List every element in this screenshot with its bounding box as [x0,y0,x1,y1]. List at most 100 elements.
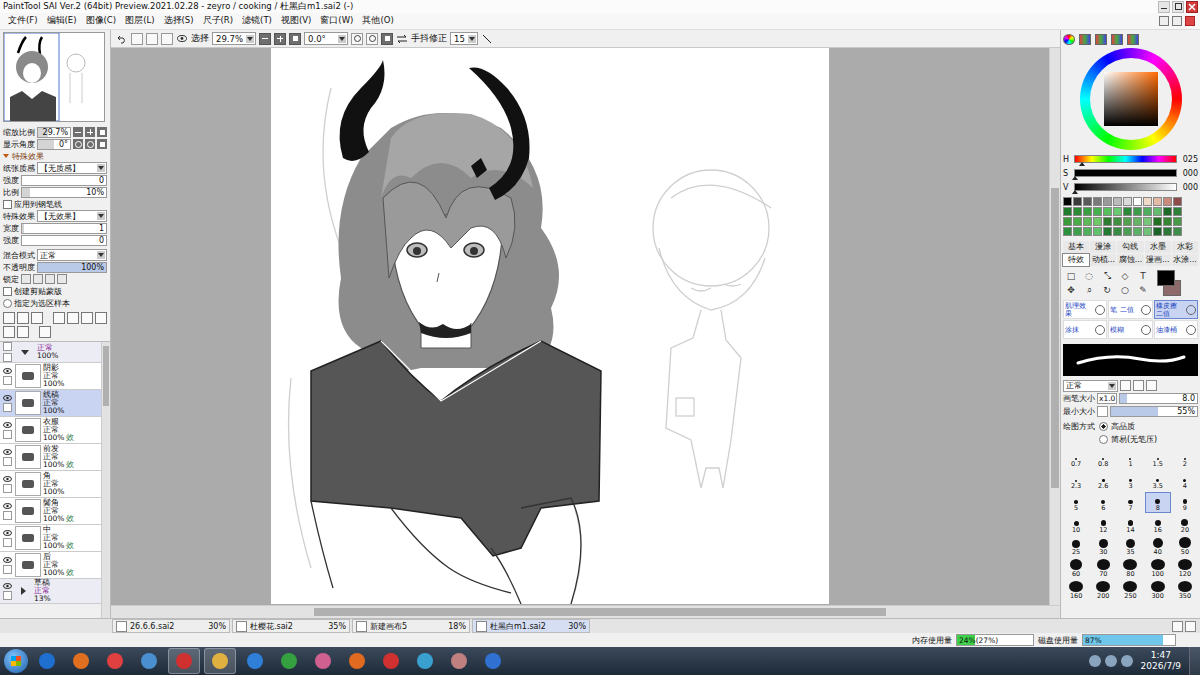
layer-row[interactable]: 角正常100% [0,471,101,498]
menu-item[interactable]: 其他(O) [358,15,397,27]
color-swatch[interactable] [1093,197,1102,206]
color-swatch[interactable] [1083,197,1092,206]
color-swatch[interactable] [1123,197,1132,206]
new-vector-icon[interactable] [31,312,43,324]
eye-icon[interactable] [3,583,12,589]
channel-slider[interactable] [1074,169,1177,177]
rotate-cw-icon[interactable] [366,33,378,45]
brush-size-preset[interactable]: 12 [1090,514,1116,535]
lock-paint-icon[interactable] [33,274,43,284]
network-icon[interactable] [1105,655,1117,667]
menu-item[interactable]: 图层(L) [121,15,158,27]
color-wheel-mode-icon[interactable] [1063,34,1075,45]
folder-toggle-icon[interactable] [21,350,29,355]
tool-button[interactable]: ✎ [1135,284,1151,296]
color-swatch[interactable] [1063,207,1072,216]
eye-icon[interactable] [3,557,12,563]
color-swatch[interactable] [1173,197,1182,206]
brush-tool[interactable]: 油漆桶 [1154,320,1198,339]
brush-blend-select[interactable]: 正常 [1063,380,1118,392]
texture-icon[interactable] [1120,380,1131,391]
eye-icon[interactable] [3,449,12,455]
brush-size-preset[interactable]: 350 [1172,580,1198,601]
tool-button[interactable]: T [1135,270,1151,282]
menu-item[interactable]: 视图(V) [277,15,315,27]
color-swatch[interactable] [1163,197,1172,206]
layer-row[interactable]: 后正常100%效 [0,552,101,579]
brush-set-tab[interactable]: 动植… [1090,254,1116,266]
app-icon[interactable] [66,649,96,673]
draw-mode-radio[interactable] [1099,435,1108,444]
new-layer-icon[interactable] [3,312,15,324]
app-icon[interactable] [308,649,338,673]
zoom-field[interactable]: 29.7% [37,127,71,138]
zoom-out-icon[interactable] [259,33,271,45]
color-swatch[interactable] [1123,217,1132,226]
brush-size-preset[interactable]: 2.6 [1090,470,1116,491]
color-swatch[interactable] [1153,217,1162,226]
merge-icon[interactable] [81,312,93,324]
layer-row[interactable]: 中正常100%效 [0,525,101,552]
brush-size-preset[interactable]: 0.8 [1090,448,1116,469]
document-tab[interactable]: 新建画布518% [352,619,470,633]
zoom-in-icon[interactable] [85,127,95,137]
sample-radio[interactable] [3,299,12,308]
brush-size-preset[interactable]: 14 [1117,514,1143,535]
app-icon[interactable] [342,649,372,673]
pressure-icon[interactable] [1146,380,1157,391]
hsv-mode-icon[interactable] [1095,34,1107,45]
clock[interactable]: 1:472026/7/9 [1137,650,1185,672]
brush-tool[interactable]: 肌理效果 [1063,300,1107,319]
color-swatch[interactable] [1083,207,1092,216]
brush-size-preset[interactable]: 2.3 [1063,470,1089,491]
app-icon[interactable] [204,648,236,674]
brush-size-preset[interactable]: 160 [1063,580,1089,601]
canvas[interactable] [271,48,829,604]
brush-size-preset[interactable]: 2 [1172,448,1198,469]
brush-set-tab[interactable]: 漫画… [1145,254,1171,266]
swatch-mode-icon[interactable] [1111,34,1123,45]
eye-icon[interactable] [176,33,188,45]
rotate-right-icon[interactable] [85,139,95,149]
clear-icon[interactable] [3,326,15,338]
tool-button[interactable]: ◌ [1081,270,1097,282]
menu-item[interactable]: 选择(S) [160,15,198,27]
color-swatch[interactable] [1093,217,1102,226]
angle-field[interactable]: 0° [37,139,71,150]
color-swatch[interactable] [1173,217,1182,226]
flip-icon[interactable] [396,33,408,45]
color-swatch[interactable] [1123,227,1132,236]
eye-icon[interactable] [3,422,12,428]
color-swatch[interactable] [1163,217,1172,226]
layer-row[interactable]: 正常100% [0,342,101,363]
link-box[interactable] [3,484,12,493]
mask-icon[interactable] [67,312,79,324]
brush-set-tab[interactable]: 水墨 [1145,241,1171,253]
color-swatch[interactable] [1093,227,1102,236]
color-swatch[interactable] [1103,207,1112,216]
app-icon[interactable] [376,649,406,673]
brush-size-preset[interactable]: 120 [1172,558,1198,579]
min-size-field[interactable]: 55% [1110,406,1198,417]
eye-icon[interactable] [3,368,12,374]
brush-set-tab[interactable]: 水彩 [1172,241,1198,253]
channel-slider[interactable] [1074,183,1177,191]
close-icon[interactable] [1186,1,1198,13]
color-swatch[interactable] [1113,217,1122,226]
scale-field[interactable]: 10% [21,187,107,198]
tool-button[interactable]: ⌕ [1081,284,1097,296]
effect-select[interactable]: 【无效果】 [37,210,107,222]
brush-size-preset[interactable]: 20 [1172,514,1198,535]
folder-toggle-icon[interactable] [21,587,26,595]
brush-set-tab[interactable]: 勾线 [1117,241,1143,253]
lock-alpha-icon[interactable] [57,274,67,284]
stabilizer-dropdown[interactable]: 15 [450,32,478,45]
link-box[interactable] [3,591,12,600]
link-box[interactable] [3,457,12,466]
visibility-box[interactable] [3,342,12,351]
color-swatch[interactable] [1063,227,1072,236]
brush-size-preset[interactable]: 40 [1145,536,1171,557]
brush-set-tab[interactable]: 特效 [1063,254,1089,266]
color-swatch[interactable] [1073,197,1082,206]
zoom-dropdown[interactable]: 29.7% [212,32,256,45]
